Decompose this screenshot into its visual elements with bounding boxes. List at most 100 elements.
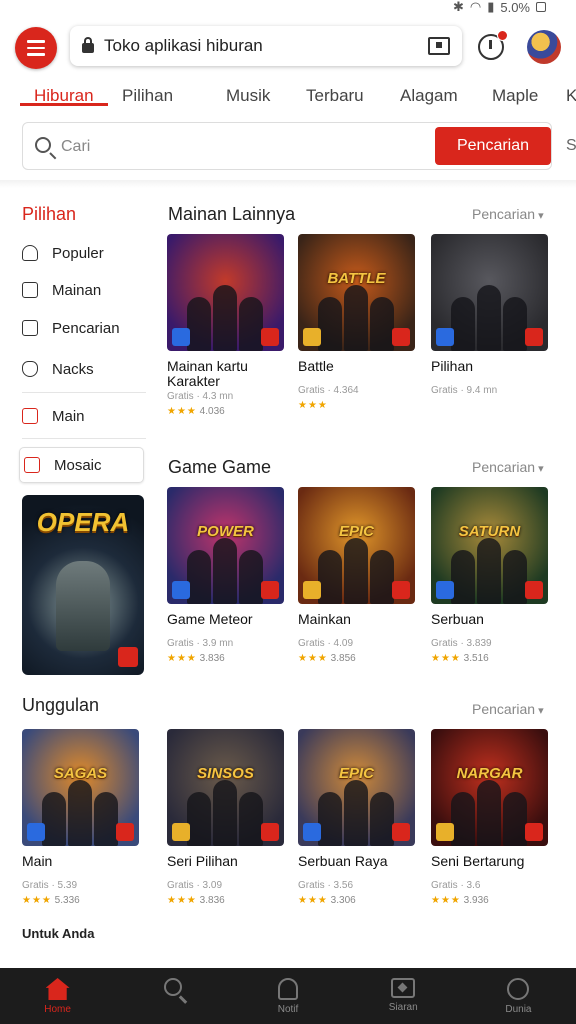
tab-maple[interactable]: Maple (492, 78, 538, 106)
rating-stars: ★★★ (298, 400, 328, 411)
app-rating: ★★★ 3.836 (167, 895, 225, 906)
section-more-link[interactable]: Pencarian (472, 459, 544, 475)
sidebar-item-nacks[interactable]: Nacks (22, 352, 146, 386)
sidebar-item-pencarian[interactable]: Pencarian (22, 311, 146, 345)
character-figure (213, 285, 237, 351)
app-card[interactable]: NARGAR Seni Bertarung Gratis · 3.6 ★★★ 3.93… (431, 729, 548, 916)
character-figure (477, 780, 501, 846)
promo-banner[interactable]: OPERA (22, 495, 144, 675)
character-figure (344, 780, 368, 846)
section-more-link[interactable]: Pencarian (472, 206, 544, 222)
nav-siaran[interactable]: Siaran (346, 968, 461, 1024)
app-card[interactable]: EPIC Mainkan Gratis · 4.09 ★★★ 3.856 (298, 487, 415, 674)
character-figure (451, 792, 475, 846)
platform-icon (303, 823, 321, 841)
character-figure (503, 297, 527, 351)
character-figure (239, 792, 263, 846)
store-badge-icon (261, 823, 279, 841)
app-name: Mainkan (298, 611, 351, 627)
sidebar-item-mosaic[interactable]: Mosaic (19, 447, 144, 483)
thumbnail-characters (445, 776, 534, 846)
app-rating: ★★★ 3.856 (298, 653, 356, 664)
section-more-link[interactable]: Pencarian (472, 701, 544, 717)
app-card[interactable]: SINSOS Seri Pilihan Gratis · 3.09 ★★★ 3.836 (167, 729, 284, 916)
character-figure (370, 297, 394, 351)
address-bar[interactable]: Toko aplikasi hiburan (70, 26, 462, 66)
section-title: Mainan Lainnya (168, 204, 296, 224)
nav-home[interactable]: Home (0, 968, 115, 1024)
store-badge-icon (392, 581, 410, 599)
globe-icon (507, 978, 530, 1000)
character-figure (503, 550, 527, 604)
app-card[interactable]: BATTLE Battle Gratis · 4.364 ★★★ (298, 234, 415, 421)
app-name: Serbuan Raya (298, 853, 388, 869)
app-card[interactable]: EPIC Serbuan Raya Gratis · 3.56 ★★★ 3.306 (298, 729, 415, 916)
sidebar-item-populer[interactable]: Populer (22, 236, 146, 270)
app-root: ✱ ◠ ▮ 5.0% Toko aplikasi hiburan Hiburan… (0, 0, 576, 1024)
tab-alagam[interactable]: Alagam (400, 78, 458, 106)
app-card[interactable]: SAGAS Main Gratis · 5.39 ★★★ 5.336 (22, 729, 139, 916)
search-input[interactable]: Cari (61, 138, 90, 156)
search-bar: Cari Pencarian (22, 122, 552, 170)
tab-terbaru[interactable]: Terbaru (306, 78, 364, 106)
app-thumbnail: NARGAR (431, 729, 548, 846)
thumbnail-title: SINSOS (197, 765, 254, 782)
tab-musik[interactable]: Musik (226, 78, 270, 106)
rating-value: 4.036 (196, 406, 225, 417)
app-name: Pilihan (431, 358, 474, 374)
wifi-icon: ◠ (469, 0, 482, 14)
app-card[interactable]: Pilihan Gratis · 9.4 mn (431, 234, 548, 421)
search-icon (163, 978, 182, 996)
character-figure (318, 792, 342, 846)
tab-pilihan[interactable]: Pilihan (122, 78, 173, 106)
rating-stars: ★★★ (431, 653, 461, 664)
character-figure (68, 780, 92, 846)
rating-value: 3.516 (460, 653, 489, 664)
store-badge-icon (116, 823, 134, 841)
avatar[interactable] (527, 30, 561, 64)
tabs-icon[interactable] (428, 37, 450, 55)
app-card[interactable]: SATURN Serbuan Gratis · 3.839 ★★★ 3.516 (431, 487, 548, 674)
tab-hiburan[interactable]: Hiburan (20, 78, 107, 106)
rating-value: 3.856 (327, 653, 356, 664)
nav-dunia[interactable]: Dunia (461, 968, 576, 1024)
battery-icon (536, 2, 546, 12)
promo-character (56, 561, 110, 651)
rating-stars: ★★★ (298, 653, 328, 664)
notification-icon[interactable] (478, 30, 508, 60)
box-icon (22, 408, 38, 424)
character-figure (370, 550, 394, 604)
battery-level: 5.0% (500, 0, 530, 15)
character-figure (344, 538, 368, 604)
rating-stars: ★★★ (298, 895, 328, 906)
sidebar-item-mainan[interactable]: Mainan (22, 273, 146, 307)
character-figure (477, 285, 501, 351)
app-card[interactable]: POWER Game Meteor Gratis · 3.9 mn ★★★ 3.836 (167, 487, 284, 674)
lock-icon (82, 37, 94, 53)
search-button[interactable]: Pencarian (435, 127, 551, 165)
app-rating: ★★★ 4.036 (167, 406, 225, 417)
tab-more[interactable]: K (566, 78, 576, 106)
character-figure (370, 792, 394, 846)
search-extra[interactable]: S (566, 137, 576, 155)
character-figure (187, 297, 211, 351)
tv-icon (391, 978, 416, 998)
sidebar-item-main[interactable]: Main (22, 399, 146, 433)
app-card[interactable]: Mainan kartu Karakter Gratis · 4.3 mn ★★★ … (167, 234, 284, 421)
app-name: Seri Pilihan (167, 853, 238, 869)
rating-value: 3.836 (196, 653, 225, 664)
thumbnail-characters (181, 534, 270, 604)
character-figure (213, 780, 237, 846)
bottom-nav: Home Notif Siaran Dunia (0, 968, 576, 1024)
nav-search[interactable] (115, 968, 230, 1024)
thumbnail-characters (181, 281, 270, 351)
app-meta: Gratis · 3.6 (431, 880, 481, 891)
platform-icon (172, 581, 190, 599)
app-thumbnail (167, 234, 284, 351)
home-icon (45, 978, 70, 1000)
thumbnail-title: EPIC (338, 523, 374, 540)
promo-title: OPERA (36, 507, 130, 537)
character-figure (318, 297, 342, 351)
nav-notif[interactable]: Notif (230, 968, 345, 1024)
menu-button[interactable] (15, 27, 57, 69)
